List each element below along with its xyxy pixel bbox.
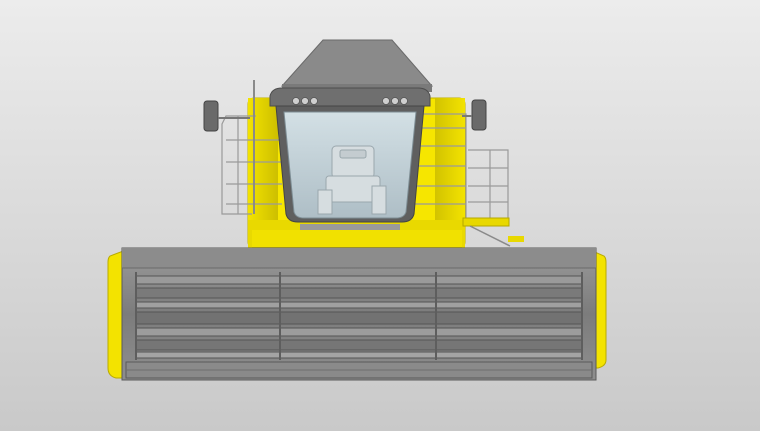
- cab: [269, 87, 431, 230]
- front-hood: [252, 230, 462, 249]
- 3d-viewport[interactable]: [0, 0, 760, 431]
- combine-harvester-model: [0, 0, 760, 431]
- header: [107, 247, 607, 381]
- reel-bats: [135, 275, 583, 359]
